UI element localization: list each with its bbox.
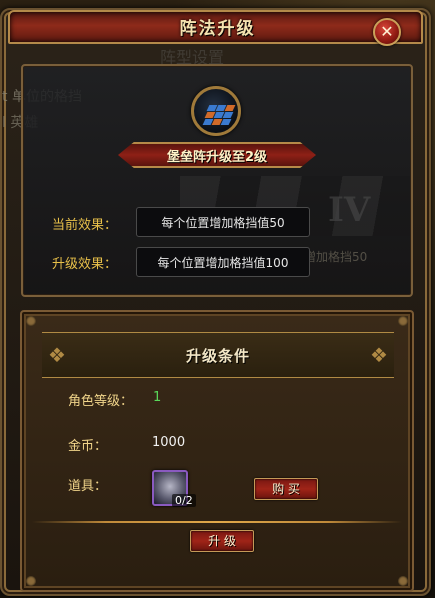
rivet bbox=[398, 316, 408, 326]
gold-label: 金币： bbox=[68, 439, 108, 454]
close-button[interactable]: ✕ bbox=[373, 18, 401, 46]
level-value: 1 bbox=[153, 390, 162, 405]
tile bbox=[220, 119, 232, 125]
current-effect-label: 当前效果： bbox=[52, 218, 118, 233]
next-effect-value: 每个位置增加格挡值100 bbox=[136, 247, 310, 277]
formation-grid-icon bbox=[191, 86, 241, 136]
upgrade-button[interactable]: 升 级 bbox=[190, 530, 254, 552]
level-label: 角色等级： bbox=[68, 394, 134, 409]
dialog-title: 阵法升级 bbox=[179, 19, 256, 39]
conditions-title: 升级条件 bbox=[185, 347, 250, 365]
tile bbox=[222, 112, 234, 118]
divider bbox=[32, 521, 402, 523]
rivet bbox=[398, 576, 408, 586]
item-label: 道具： bbox=[68, 479, 108, 494]
upgrade-banner-text: 堡垒阵升级至2级 bbox=[166, 150, 268, 165]
current-effect-value: 每个位置增加格挡值50 bbox=[136, 207, 310, 237]
rivet bbox=[26, 576, 36, 586]
gold-value: 1000 bbox=[152, 435, 186, 450]
item-count: 0/2 bbox=[172, 494, 196, 507]
next-effect-label: 升级效果： bbox=[52, 257, 118, 272]
buy-button[interactable]: 购 买 bbox=[254, 478, 318, 500]
rivet bbox=[26, 316, 36, 326]
ghost-text-line3: 增加格挡50 bbox=[304, 250, 368, 264]
roman-numeral-bg: IV bbox=[328, 190, 371, 230]
tile bbox=[224, 105, 236, 111]
